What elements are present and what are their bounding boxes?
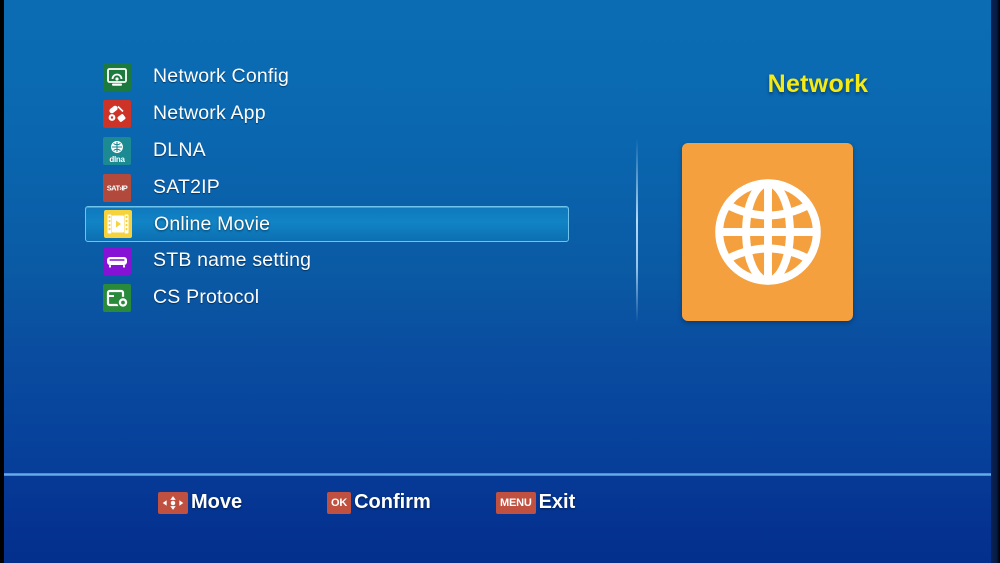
menu-item-label: CS Protocol: [153, 286, 260, 308]
menu-item-label: DLNA: [153, 139, 206, 161]
hint-move: Move: [158, 491, 242, 514]
dlna-icon: dlna: [103, 136, 131, 165]
menu-item-network-app[interactable]: Network App: [85, 95, 570, 132]
vertical-divider: [636, 138, 638, 322]
menu-item-online-movie[interactable]: Online Movie: [85, 206, 569, 242]
dpad-icon: [158, 491, 188, 514]
menu-key-badge: MENU: [496, 491, 536, 514]
network-config-icon: [103, 62, 131, 91]
menu-item-label: SAT2IP: [153, 176, 220, 198]
status-bar: [4, 476, 991, 563]
menu-item-label: Online Movie: [154, 212, 271, 235]
hint-label: Move: [191, 491, 243, 513]
menu-item-stb-name-setting[interactable]: STB name setting: [85, 242, 570, 279]
network-app-icon: [103, 99, 131, 128]
stb-network-menu-screen: Network Config Network App dlna DLNA SAT…: [0, 0, 1000, 563]
stb-icon: [103, 246, 131, 275]
sat2ip-icon: SAT›IP: [103, 173, 131, 202]
dlna-icon-text: dlna: [109, 154, 125, 164]
network-preview-tile: [682, 143, 853, 321]
menu-item-network-config[interactable]: Network Config: [85, 58, 570, 95]
letterbox-left-edge: [0, 0, 4, 563]
ok-key-badge: OK: [327, 491, 352, 514]
network-menu-list: Network Config Network App dlna DLNA SAT…: [85, 58, 570, 316]
letterbox-right-edge: [991, 0, 1000, 563]
menu-item-sat2ip[interactable]: SAT›IP SAT2IP: [85, 169, 570, 206]
online-movie-icon: [104, 210, 132, 238]
hint-confirm: OK Confirm: [327, 491, 431, 514]
hint-label: Confirm: [354, 491, 431, 513]
hint-label: Exit: [538, 491, 576, 513]
sat2ip-icon-text: SAT›IP: [106, 183, 128, 192]
menu-item-dlna[interactable]: dlna DLNA: [85, 132, 570, 169]
menu-item-cs-protocol[interactable]: CS Protocol: [85, 279, 570, 316]
cs-protocol-icon: [103, 283, 131, 312]
page-title: Network: [767, 70, 869, 98]
globe-icon: [714, 179, 821, 285]
menu-item-label: Network Config: [153, 65, 290, 87]
main-menu-icon-bar: [0, 385, 1000, 475]
menu-item-label: Network App: [153, 102, 266, 124]
menu-item-label: STB name setting: [153, 249, 312, 271]
hint-exit: MENU Exit: [496, 491, 575, 514]
